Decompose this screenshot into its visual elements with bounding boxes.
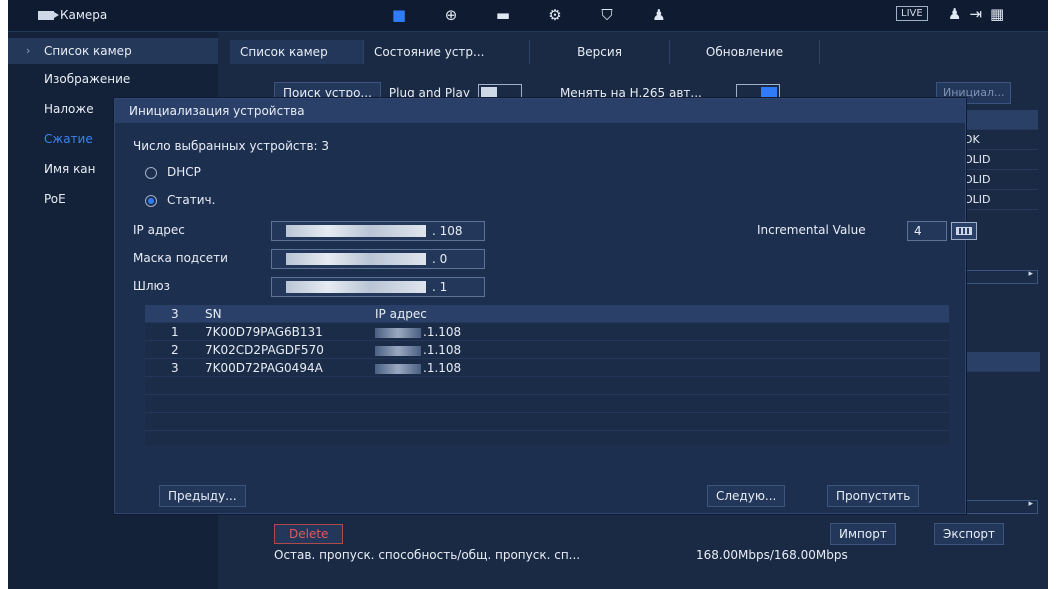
header-sn: SN xyxy=(205,307,222,321)
gateway-input[interactable]: . 1 xyxy=(271,277,485,297)
row-ip: .1.108 xyxy=(375,359,461,377)
table-row-highlight xyxy=(960,352,1040,372)
previous-button[interactable]: Предыду... xyxy=(159,485,246,507)
tab-version[interactable]: Версия xyxy=(530,40,670,64)
sidebar-item-label: PoE xyxy=(44,192,66,206)
ip-address-label: IP адрес xyxy=(133,223,185,237)
horizontal-scrollbar[interactable]: ▸ xyxy=(960,499,1038,514)
incremental-value-label: Incremental Value xyxy=(757,223,866,237)
mask-suffix: . 0 xyxy=(432,252,448,266)
sidebar-item-camera-list[interactable]: › Список камер xyxy=(8,38,218,64)
network-icon[interactable]: ⊕ xyxy=(440,6,462,24)
table-cell: OLID xyxy=(958,150,1038,170)
storage-icon[interactable]: ▬ xyxy=(492,6,514,24)
dialog-title: Инициализация устройства xyxy=(115,99,965,123)
delete-button[interactable]: Delete xyxy=(274,524,344,544)
table-cell: OLID xyxy=(958,190,1038,210)
top-nav-icons: ■ ⊕ ▬ ⚙ ⛉ ♟ xyxy=(388,6,670,24)
security-icon[interactable]: ⛉ xyxy=(596,6,618,24)
sidebar-item-label: Изображение xyxy=(44,72,131,86)
row-ip: .1.108 xyxy=(375,323,461,341)
keyboard-icon[interactable] xyxy=(951,222,977,240)
table-row xyxy=(145,395,949,413)
row-number: 1 xyxy=(171,325,179,339)
sidebar-item-label: Имя кан xyxy=(44,162,96,176)
table-row[interactable]: 1 7K00D79PAG6B131 .1.108 xyxy=(145,323,949,341)
header-count: 3 xyxy=(171,307,179,321)
table-cell xyxy=(958,110,1038,130)
dhcp-radio[interactable] xyxy=(145,167,157,179)
row-sn: 7K00D72PAG0494A xyxy=(205,361,323,375)
system-icon[interactable]: ⚙ xyxy=(544,6,566,24)
ip-address-input[interactable]: . 108 xyxy=(271,221,485,241)
table-row xyxy=(145,413,949,431)
camera-icon xyxy=(38,10,59,20)
table-cell: OLID xyxy=(958,170,1038,190)
user-icon[interactable]: ♟ xyxy=(948,5,961,23)
device-init-dialog: Инициализация устройства Число выбранных… xyxy=(114,98,977,514)
selected-count: Число выбранных устройств: 3 xyxy=(133,139,330,153)
live-button[interactable]: LIVE xyxy=(896,6,928,21)
incremental-value-input[interactable]: 4 xyxy=(907,221,947,241)
row-sn: 7K00D79PAG6B131 xyxy=(205,325,323,339)
table-row[interactable]: 2 7K02CD2PAGDF570 .1.108 xyxy=(145,341,949,359)
gateway-suffix: . 1 xyxy=(432,280,448,294)
account-icon[interactable]: ♟ xyxy=(648,6,670,24)
header-ip: IP адрес xyxy=(375,307,427,321)
nvr-screen: Камера ■ ⊕ ▬ ⚙ ⛉ ♟ LIVE ♟ ⇥ ▦ › Список к… xyxy=(8,0,1048,589)
static-label: Статич. xyxy=(167,193,216,207)
sidebar-item-label: Наложе xyxy=(44,102,94,116)
tab-bar: Список камер Состояние устр... Версия Об… xyxy=(230,40,820,64)
tab-update[interactable]: Обновление xyxy=(670,40,820,64)
app-title-text: Камера xyxy=(60,8,108,22)
device-table: 3 SN IP адрес 1 7K00D79PAG6B131 .1.108 2… xyxy=(145,305,949,445)
sidebar-item-label: Список камер xyxy=(44,44,132,58)
table-cell: DK xyxy=(958,130,1038,150)
row-number: 3 xyxy=(171,361,179,375)
right-icons: ♟ ⇥ ▦ xyxy=(948,5,1004,23)
gateway-label: Шлюз xyxy=(133,279,170,293)
sidebar-item-image[interactable]: Изображение xyxy=(8,66,218,92)
camera-nav-icon[interactable]: ■ xyxy=(388,6,410,24)
skip-button[interactable]: Пропустить xyxy=(827,485,920,507)
table-row xyxy=(145,377,949,395)
subnet-mask-label: Маска подсети xyxy=(133,251,228,265)
row-sn: 7K02CD2PAGDF570 xyxy=(205,343,324,357)
chevron-right-icon: › xyxy=(26,44,31,57)
row-ip: .1.108 xyxy=(375,341,461,359)
logout-icon[interactable]: ⇥ xyxy=(969,5,982,23)
horizontal-scrollbar[interactable]: ▸ xyxy=(960,269,1038,284)
bandwidth-label: Остав. пропуск. способность/общ. пропуск… xyxy=(274,548,581,562)
import-button[interactable]: Импорт xyxy=(830,523,896,545)
next-button[interactable]: Следую... xyxy=(707,485,786,507)
ip-suffix: . 108 xyxy=(432,224,463,238)
export-button[interactable]: Экспорт xyxy=(934,523,1005,545)
table-row[interactable]: 3 7K00D72PAG0494A .1.108 xyxy=(145,359,949,377)
table-header: 3 SN IP адрес xyxy=(145,305,949,323)
top-bar: Камера ■ ⊕ ▬ ⚙ ⛉ ♟ LIVE ♟ ⇥ ▦ xyxy=(8,0,1048,32)
dhcp-label: DHCP xyxy=(167,165,201,179)
row-number: 2 xyxy=(171,343,179,357)
qr-icon[interactable]: ▦ xyxy=(990,5,1004,23)
subnet-mask-input[interactable]: . 0 xyxy=(271,249,485,269)
app-title: Камера xyxy=(38,8,107,22)
sidebar-item-label: Сжатие xyxy=(44,132,93,146)
static-radio[interactable] xyxy=(145,195,157,207)
background-table: DK OLID OLID OLID xyxy=(958,110,1038,210)
tab-device-status[interactable]: Состояние устр... xyxy=(364,40,530,64)
bandwidth-value: 168.00Mbps/168.00Mbps xyxy=(696,548,848,562)
tab-camera-list[interactable]: Список камер xyxy=(230,40,364,64)
